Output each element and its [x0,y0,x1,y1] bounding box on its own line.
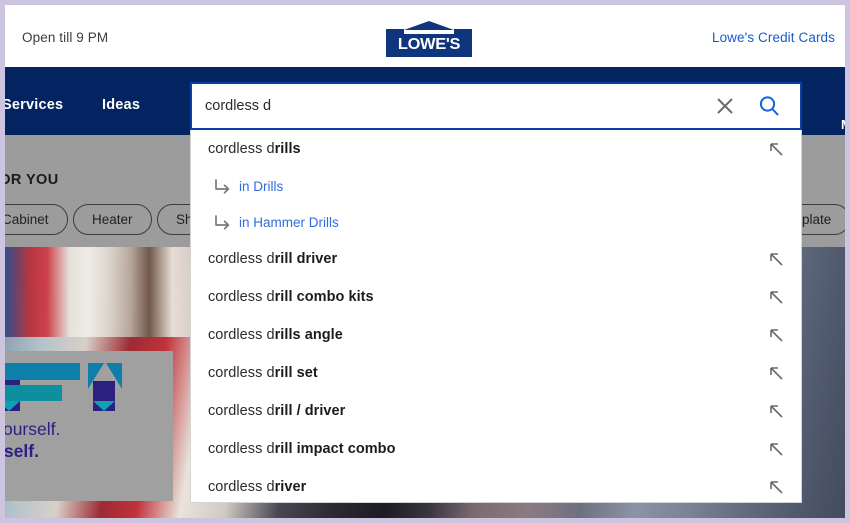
suggestion-label: cordless driver [208,479,306,495]
suggestion-completion: river [274,479,307,495]
credit-cards-link[interactable]: Lowe's Credit Cards [712,30,835,45]
suggestion-label: cordless drill combo kits [208,289,374,305]
suggestion-label: cordless drill driver [208,251,337,267]
arrow-up-left-icon[interactable] [768,327,784,343]
logo-roof-shape [404,21,454,30]
suggestion-item[interactable]: cordless drill / driver [191,392,801,430]
suggestion-label: cordless drill set [208,365,318,381]
suggestion-typed-prefix: cordless d [208,365,275,381]
suggestion-completion: rill combo kits [274,289,374,305]
arrow-up-left-icon[interactable] [768,141,784,157]
arrow-up-left-icon[interactable] [768,441,784,457]
utility-bar: Open till 9 PM LOWE'S Lowe's Credit Card… [5,5,845,68]
browser-screenshot: Open till 9 PM LOWE'S Lowe's Credit Card… [0,0,850,523]
suggestion-item[interactable]: cordless drill set [191,354,801,392]
dify-tagline-line-1: o it yourself. [5,419,61,439]
suggestion-completion: rill / driver [274,403,346,419]
suggestion-item[interactable]: cordless drill driver [191,240,801,278]
suggestion-item[interactable]: cordless drills angle [191,316,801,354]
suggestion-sub-item[interactable]: in Drills [191,168,801,204]
dify-logo-icon [5,363,141,411]
for-you-title: FOR YOU [5,172,59,188]
suggestion-item[interactable]: cordless drill impact combo [191,430,801,468]
suggestion-completion: rills angle [274,327,343,343]
suggestion-typed-prefix: cordless d [208,141,275,157]
suggestion-typed-prefix: cordless d [208,441,275,457]
lowes-logo[interactable]: LOWE'S [386,21,472,57]
suggestion-sub-item-label: in Drills [239,178,284,194]
dify-promo-card[interactable]: o it yourself. yourself. [5,351,173,501]
dify-tagline-line-2: yourself. [5,441,39,461]
suggestion-completion: rill set [274,365,318,381]
search-suggestions-dropdown[interactable]: cordless drills in Drills in Hammer Drills… [190,130,802,503]
nav-item-services[interactable]: Services [5,97,63,113]
suggestion-completion: rill impact combo [274,441,396,457]
suggestion-sub-item-label: in Hammer Drills [239,214,339,230]
suggestion-item[interactable]: cordless driver [191,468,801,502]
nav-item-ideas[interactable]: Ideas [102,97,140,113]
magnifier-icon[interactable] [756,93,782,119]
search-input[interactable] [205,84,705,128]
arrow-up-left-icon[interactable] [768,289,784,305]
suggestion-label: cordless drill / driver [208,403,345,419]
arrow-up-left-icon[interactable] [768,251,784,267]
corner-down-right-icon [213,178,235,194]
suggestion-completion: rills [274,141,301,157]
suggestion-label: cordless drills angle [208,327,343,343]
logo-wordmark: LOWE'S [397,36,461,53]
arrow-up-left-icon[interactable] [768,479,784,495]
for-you-chip-cabinet[interactable]: Cabinet [5,204,68,235]
corner-down-right-icon [213,214,235,230]
suggestion-typed-prefix: cordless d [208,289,275,305]
suggestion-label: cordless drill impact combo [208,441,396,457]
suggestion-typed-prefix: cordless d [208,251,275,267]
suggestion-typed-prefix: cordless d [208,479,275,495]
search-box [190,82,802,130]
suggestion-item[interactable]: cordless drill combo kits [191,278,801,316]
for-you-chip-heater[interactable]: Heater [73,204,152,235]
suggestion-typed-prefix: cordless d [208,327,275,343]
store-hours-label: Open till 9 PM [22,30,109,45]
arrow-up-left-icon[interactable] [768,403,784,419]
hero-photo-detail [5,247,195,337]
arrow-up-left-icon[interactable] [768,365,784,381]
suggestion-typed-prefix: cordless d [208,403,275,419]
suggestion-completion: rill driver [274,251,338,267]
suggestion-item[interactable]: cordless drills [191,130,801,168]
close-x-icon[interactable] [712,93,738,119]
suggestion-label: cordless drills [208,141,301,157]
suggestion-sub-item[interactable]: in Hammer Drills [191,204,801,240]
nav-item-my-account-partial[interactable]: M [841,117,845,132]
